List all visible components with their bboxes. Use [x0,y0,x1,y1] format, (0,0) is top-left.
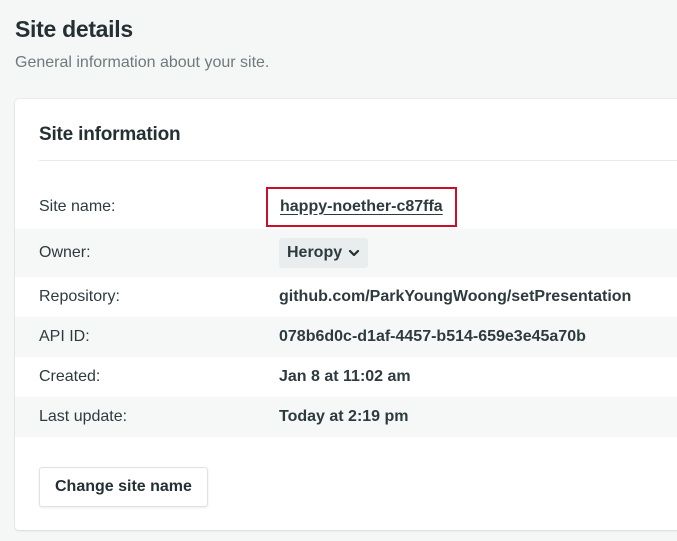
row-created: Created: Jan 8 at 11:02 am [15,357,677,397]
site-name-label: Site name: [39,197,116,215]
row-repository: Repository: github.com/ParkYoungWoong/se… [15,277,677,317]
card-title: Site information [39,124,181,145]
site-name-value-cell: happy-noether-c87ffa [266,184,457,229]
chevron-down-icon [349,249,360,257]
site-details-page: Site details General information about y… [0,0,677,541]
page-title: Site details [15,16,133,42]
repository-label: Repository: [39,288,120,305]
row-last-update: Last update: Today at 2:19 pm [15,397,677,437]
last-update-label: Last update: [39,408,128,425]
page-subtitle: General information about your site. [15,54,270,71]
card-divider [39,160,677,161]
owner-dropdown-button[interactable]: Heropy [279,238,369,268]
api-id-value: 078b6d0c-d1af-4457-b514-659e3e45a70b [279,328,586,345]
row-api-id: API ID: 078b6d0c-d1af-4457-b514-659e3e45… [15,317,677,357]
site-information-card: Site information Site name: happy-noethe… [15,99,677,530]
created-label: Created: [39,368,101,385]
row-owner: Owner: Heropy [15,229,677,277]
owner-name: Heropy [287,244,343,261]
owner-label: Owner: [39,244,91,261]
site-name-link[interactable]: happy-noether-c87ffa [266,186,457,227]
last-update-value: Today at 2:19 pm [279,408,409,425]
site-info-list: Site name: happy-noether-c87ffa Owner: H… [15,184,677,437]
change-site-name-button[interactable]: Change site name [39,467,208,507]
created-value: Jan 8 at 11:02 am [279,368,411,385]
owner-value-cell: Heropy [279,229,369,277]
row-site-name: Site name: happy-noether-c87ffa [15,184,677,229]
api-id-label: API ID: [39,328,90,345]
repository-value: github.com/ParkYoungWoong/setPresentatio… [279,288,632,305]
